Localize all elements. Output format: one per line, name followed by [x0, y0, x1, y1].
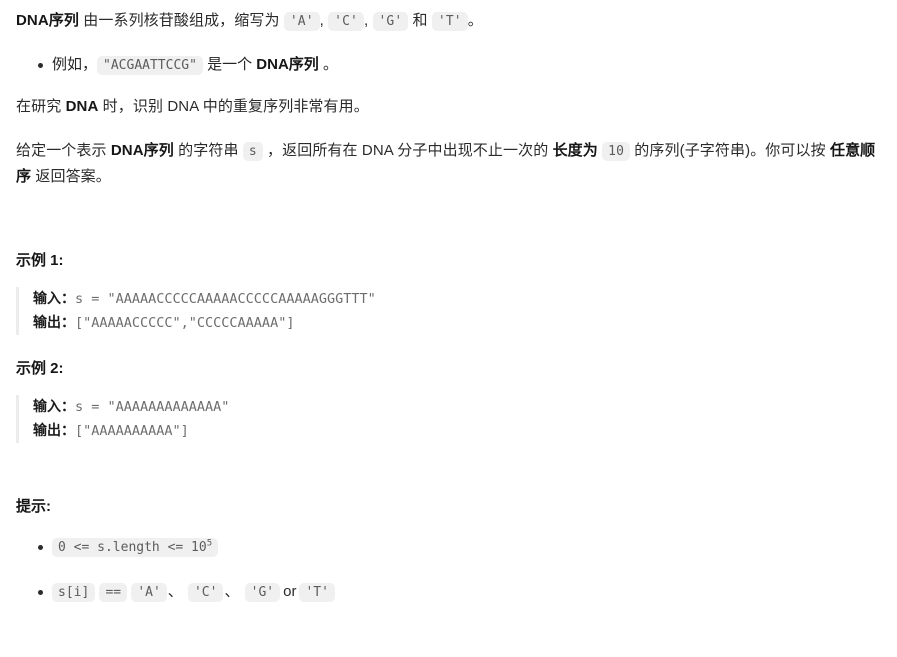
example-2-output-label: 输出： — [33, 422, 75, 439]
code-variable-s: s — [242, 141, 263, 161]
code-acgaattccg: "ACGAATTCCG" — [97, 55, 203, 75]
hint-separator-1: 、 — [167, 582, 183, 600]
problem-description: DNA序列 由一系列核苷酸组成，缩写为 'A', 'C', 'G' 和 'T'。… — [0, 0, 897, 605]
example-bullet-term: DNA序列 — [256, 55, 319, 73]
code-nucleotide-c: 'C' — [328, 12, 364, 31]
code-equals-operator: == — [99, 582, 128, 602]
example-1-output-line: 输出：["AAAAACCCCC","CCCCCAAAAA"] — [33, 311, 881, 335]
example-bullet-prefix: 例如， — [52, 55, 98, 73]
code-char-a: 'A' — [131, 582, 167, 602]
example-1-input-label: 输入： — [33, 290, 75, 307]
intro-example-list: 例如， "ACGAATTCCG" 是一个 DNA序列 。 — [16, 52, 881, 78]
list-item-example: 例如， "ACGAATTCCG" 是一个 DNA序列 。 — [38, 52, 881, 78]
example-1-output-label: 输出： — [33, 314, 75, 331]
study-part-2: 时，识别 DNA 中的重复序列非常有用。 — [98, 98, 369, 116]
spacer-before-examples — [16, 203, 881, 249]
code-s-index: s[i] — [52, 582, 96, 602]
intro-term: DNA序列 — [16, 12, 79, 29]
task-part-3: ，返回所有在 DNA 分子中出现不止一次的 — [262, 141, 553, 159]
hint-separator-2: 、 — [224, 582, 240, 600]
code-length-constraint: 0 <= s.length <= 105 — [52, 537, 219, 557]
example-1-input-line: 输入：s = "AAAAACCCCCAAAAACCCCCAAAAAGGGTTT" — [33, 287, 881, 311]
intro-sep-1: , — [319, 12, 329, 29]
code-char-c: 'C' — [187, 582, 224, 602]
hint-or-keyword: or — [283, 582, 297, 600]
task-bold-length: 长度为 — [552, 141, 598, 159]
example-2-input-line: 输入：s = "AAAAAAAAAAAAA" — [33, 395, 881, 419]
code-char-g: 'G' — [244, 582, 281, 602]
example-2-output-value: ["AAAAAAAAAA"] — [75, 423, 189, 440]
hint-item-length: 0 <= s.length <= 105 — [38, 533, 881, 560]
intro-paragraph: DNA序列 由一系列核苷酸组成，缩写为 'A', 'C', 'G' 和 'T'。 — [16, 8, 881, 34]
intro-text-after-term: 由一系列核苷酸组成，缩写为 — [79, 12, 284, 29]
study-bold-dna: DNA — [65, 98, 99, 116]
example-2-output-line: 输出：["AAAAAAAAAA"] — [33, 419, 881, 443]
task-bold-dna-sequence: DNA序列 — [110, 141, 174, 159]
hints-heading: 提示: — [16, 497, 51, 515]
code-length-10: 10 — [602, 141, 631, 161]
code-nucleotide-g: 'G' — [372, 12, 409, 31]
example-2-block: 输入：s = "AAAAAAAAAAAAA" 输出：["AAAAAAAAAA"] — [16, 395, 881, 443]
example-1-output-value: ["AAAAACCCCC","CCCCCAAAAA"] — [75, 315, 295, 332]
example-1-block: 输入：s = "AAAAACCCCCAAAAACCCCCAAAAAGGGTTT"… — [16, 287, 881, 336]
example-2-heading: 示例 2: — [16, 360, 64, 378]
intro-sep-2: , — [363, 12, 373, 29]
task-part-5: 返回答案。 — [31, 167, 111, 185]
task-part-2: 的字符串 — [173, 141, 243, 159]
study-paragraph: 在研究 DNA 时，识别 DNA 中的重复序列非常有用。 — [16, 94, 881, 120]
code-nucleotide-t: 'T' — [431, 12, 468, 31]
example-1-input-value: s = "AAAAACCCCCAAAAACCCCCAAAAAGGGTTT" — [75, 291, 376, 308]
spacer-before-hints — [16, 465, 881, 495]
example-bullet-tail: 。 — [318, 55, 338, 73]
hint-item-charset: s[i] == 'A'、 'C'、 'G' or 'T' — [38, 578, 881, 605]
code-nucleotide-a: 'A' — [283, 12, 320, 31]
example-2-input-value: s = "AAAAAAAAAAAAA" — [75, 399, 230, 416]
code-length-exponent: 5 — [206, 538, 213, 549]
code-length-constraint-text: 0 <= s.length <= 10 — [58, 539, 207, 555]
example-bullet-middle: 是一个 — [202, 55, 257, 73]
code-char-t: 'T' — [299, 582, 335, 602]
task-paragraph: 给定一个表示 DNA序列 的字符串 s ，返回所有在 DNA 分子中出现不止一次… — [16, 138, 881, 190]
task-part-4: 的序列(子字符串)。你可以按 — [630, 141, 830, 159]
hints-list: 0 <= s.length <= 105 s[i] == 'A'、 'C'、 '… — [16, 533, 881, 605]
example-2-input-label: 输入： — [33, 398, 75, 415]
study-part-1: 在研究 — [16, 98, 66, 116]
intro-sep-3: 和 — [408, 12, 432, 29]
example-1-heading: 示例 1: — [16, 252, 64, 270]
intro-tail: 。 — [467, 12, 483, 29]
task-part-1: 给定一个表示 — [16, 141, 111, 159]
